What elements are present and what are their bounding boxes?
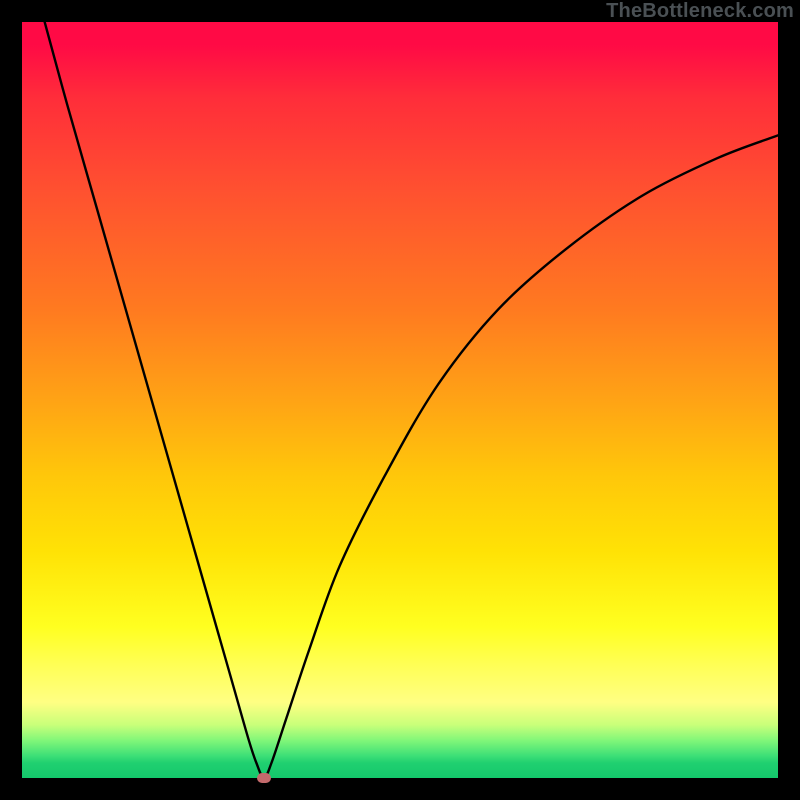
watermark-text: TheBottleneck.com [606, 0, 794, 23]
plot-area [22, 22, 778, 778]
bottleneck-curve [22, 22, 778, 778]
minimum-marker [257, 773, 271, 783]
